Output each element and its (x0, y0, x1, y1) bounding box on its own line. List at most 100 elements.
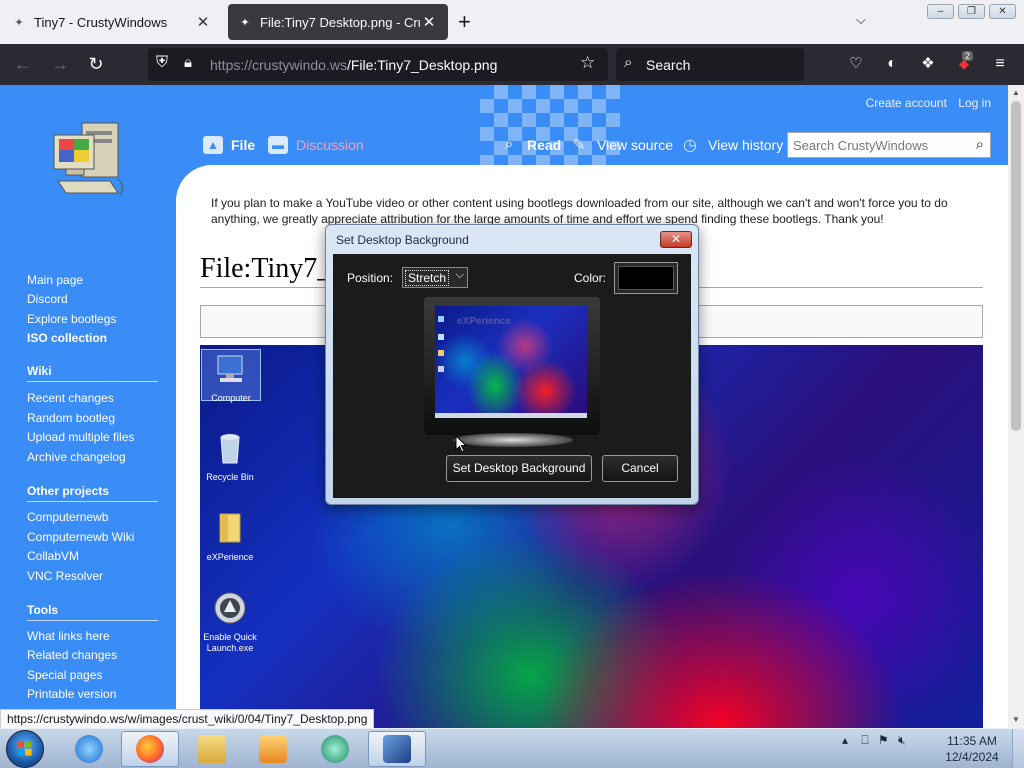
taskbar-app[interactable] (306, 731, 364, 767)
log-in-link[interactable]: Log in (958, 96, 991, 110)
sidebar-item-related-changes[interactable]: Related changes (27, 648, 117, 662)
scroll-down-icon[interactable]: ▼ (1008, 715, 1024, 724)
contrast-extension-icon[interactable]: ◐ (880, 52, 904, 76)
taskbar-internet-explorer[interactable] (60, 731, 118, 767)
preview-icon (438, 350, 444, 356)
shield-icon[interactable]: ⛨ (156, 54, 168, 72)
monitor-stand (453, 433, 573, 447)
list-all-tabs-icon[interactable]: ⌵ (856, 12, 866, 28)
sidebar-item-upload-multiple-files[interactable]: Upload multiple files (27, 430, 134, 444)
desktop-icon-computer[interactable]: Computer (201, 349, 261, 403)
firefox-icon (136, 735, 164, 763)
taskbar-virtualbox[interactable] (368, 731, 426, 767)
sidebar-heading-other-projects: Other projects (27, 484, 158, 502)
taskbar-clock[interactable]: 11:35 AM 12/4/2024 (940, 733, 1004, 765)
restore-icon[interactable]: ❐ (958, 4, 985, 19)
mouse-cursor-icon (455, 435, 467, 453)
network-icon[interactable]: ⎕ (861, 733, 868, 747)
desktop-icon-label: Recycle Bin (206, 472, 254, 482)
clock-date: 12/4/2024 (945, 750, 999, 764)
show-hidden-icons-icon[interactable]: ▴ (842, 733, 848, 747)
scroll-thumb[interactable] (1011, 101, 1021, 431)
tab-close-icon[interactable]: ✕ (194, 13, 212, 31)
sidebar-item-what-links-here[interactable]: What links here (27, 629, 110, 643)
dialog-close-icon[interactable]: ✕ (660, 231, 692, 248)
set-desktop-background-dialog: Set Desktop Background ✕ Position: Stret… (325, 224, 699, 505)
sidebar-item-main-page[interactable]: Main page (27, 273, 83, 287)
cancel-button[interactable]: Cancel (602, 455, 678, 482)
crustywindows-logo[interactable] (52, 121, 128, 205)
sidebar-item-printable-version[interactable]: Printable version (27, 687, 116, 701)
dialog-body: Position: Stretch ⌵ Color: eXPerience Se… (333, 254, 691, 498)
sidebar-item-explore-bootlegs[interactable]: Explore bootlegs (27, 312, 116, 326)
taskbar-file-explorer[interactable] (183, 731, 241, 767)
sidebar-item-collabvm[interactable]: CollabVM (27, 549, 79, 563)
sidebar-item-archive-changelog[interactable]: Archive changelog (27, 450, 126, 464)
new-tab-icon[interactable]: + (458, 10, 471, 34)
quick-launch-icon (214, 592, 246, 624)
sidebar-item-iso-collection[interactable]: ISO collection (27, 331, 107, 345)
sidebar-item-discord[interactable]: Discord (27, 292, 68, 306)
taskbar-media-player[interactable] (244, 731, 302, 767)
edit-icon: ✎ (572, 137, 586, 154)
browser-tab-active[interactable]: ✦ File:Tiny7 Desktop.png - Crusty ✕ (228, 4, 448, 40)
extensions-icon[interactable]: ❖ (916, 52, 940, 76)
wallpaper-preview: eXPerience (435, 306, 587, 418)
desktop-icon-enable-quick-launch[interactable]: Enable Quick Launch.exe (200, 591, 260, 654)
tab-view-source-label: View source (597, 137, 674, 153)
minimize-icon[interactable]: – (927, 4, 954, 19)
taskbar-firefox[interactable] (121, 731, 179, 767)
desktop-icon-label: eXPerience (206, 552, 254, 562)
tab-discussion[interactable]: ▬ Discussion (268, 136, 364, 154)
tab-file-label: File (231, 137, 256, 153)
desktop-icon-experience[interactable]: eXPerience (200, 511, 260, 563)
image-icon: ▲ (203, 136, 223, 154)
back-icon[interactable]: ← (11, 52, 35, 76)
browser-search-box[interactable]: ⌕ Search (616, 48, 804, 81)
sidebar-item-computernewb[interactable]: Computernewb (27, 510, 108, 524)
tab-view-history[interactable]: ◷ View history (680, 136, 783, 154)
wiki-search-input[interactable]: Search CrustyWindows ⌕ (787, 132, 991, 158)
reload-icon[interactable]: ↻ (84, 52, 108, 76)
bookmark-star-icon[interactable]: ☆ (580, 53, 595, 73)
action-center-flag-icon[interactable]: ⚑ (878, 733, 889, 747)
close-window-icon[interactable]: ✕ (989, 4, 1016, 19)
search-icon[interactable]: ⌕ (976, 136, 984, 153)
computer-icon (217, 355, 243, 382)
menu-icon[interactable]: ≡ (988, 52, 1012, 76)
windows-taskbar: ▴ ⎕ ⚑ 🔇︎ 11:35 AM 12/4/2024 (0, 728, 1024, 768)
create-account-link[interactable]: Create account (866, 96, 947, 110)
color-picker-button[interactable] (614, 262, 678, 294)
show-desktop-button[interactable] (1012, 729, 1024, 768)
page-scrollbar[interactable]: ▲ ▼ (1008, 85, 1024, 728)
volume-muted-icon[interactable]: 🔇︎ (898, 733, 906, 747)
desktop-icon-recycle-bin[interactable]: Recycle Bin (200, 431, 260, 483)
lock-icon[interactable]: 🔒︎ (184, 54, 192, 71)
scroll-up-icon[interactable]: ▲ (1008, 88, 1024, 97)
start-button[interactable] (6, 730, 44, 768)
forward-icon[interactable]: → (48, 52, 72, 76)
set-desktop-background-button[interactable]: Set Desktop Background (446, 455, 592, 482)
pocket-icon[interactable]: ♡ (844, 52, 868, 76)
sidebar-item-vnc-resolver[interactable]: VNC Resolver (27, 569, 103, 583)
chevron-down-icon: ⌵ (455, 269, 464, 281)
tab-view-source[interactable]: ✎ View source (569, 136, 673, 154)
address-bar[interactable]: ⛨ 🔒︎ https://crustywindo.ws/File:Tiny7_D… (148, 48, 608, 81)
sidebar-item-recent-changes[interactable]: Recent changes (27, 391, 114, 405)
sidebar-item-random-bootleg[interactable]: Random bootleg (27, 411, 115, 425)
wiki-search-placeholder: Search CrustyWindows (793, 138, 929, 153)
tab-file[interactable]: ▲ File (203, 136, 255, 154)
url-host: https://crustywindo.ws (210, 57, 347, 73)
browser-tab[interactable]: ✦ Tiny7 - CrustyWindows ✕ (2, 4, 222, 40)
desktop-icon-label: Enable Quick Launch.exe (203, 632, 257, 653)
clock-time: 11:35 AM (947, 734, 997, 748)
sidebar-item-special-pages[interactable]: Special pages (27, 668, 102, 682)
search-engine-icon: ⌕ (624, 54, 633, 71)
system-tray: ▴ ⎕ ⚑ 🔇︎ (842, 733, 906, 748)
tab-read[interactable]: ⌕ Read (499, 136, 562, 154)
position-select[interactable]: Stretch ⌵ (402, 267, 468, 288)
tab-close-icon[interactable]: ✕ (420, 13, 438, 31)
windows-logo-icon (17, 741, 32, 756)
sidebar-item-computernewb-wiki[interactable]: Computernewb Wiki (27, 530, 134, 544)
ublock-count-badge: 2 (962, 51, 974, 61)
